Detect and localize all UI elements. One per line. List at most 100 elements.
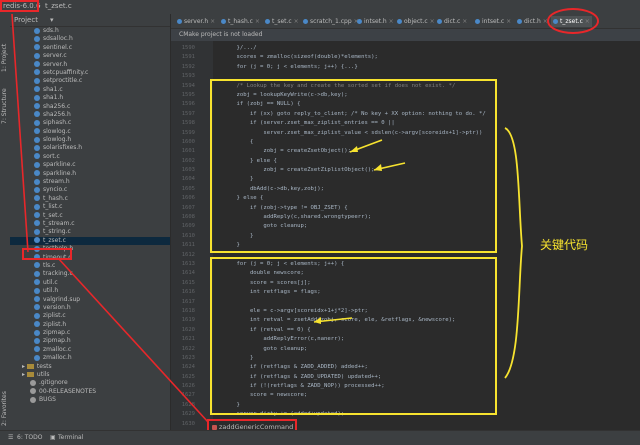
file-item[interactable]: sha1.c bbox=[10, 86, 170, 94]
file-name: sdsalloc.h bbox=[43, 35, 73, 43]
favorites-tool-tab[interactable]: 2: Favorites bbox=[1, 382, 9, 426]
c-file-icon bbox=[34, 77, 40, 84]
file-item[interactable]: valgrind.sup bbox=[10, 296, 170, 304]
file-item[interactable]: sds.h bbox=[10, 27, 170, 35]
c-file-icon bbox=[397, 19, 402, 24]
breadcrumb-file[interactable]: t_zset.c bbox=[45, 2, 72, 10]
folder-item[interactable]: ▸ utils bbox=[10, 371, 170, 379]
terminal-tool-button[interactable]: Terminal bbox=[58, 431, 83, 445]
c-file-icon bbox=[34, 346, 40, 353]
file-item[interactable]: slowlog.h bbox=[10, 136, 170, 144]
text-file-icon bbox=[30, 396, 36, 403]
file-item[interactable]: slowlog.c bbox=[10, 128, 170, 136]
file-item[interactable]: server.h bbox=[10, 61, 170, 69]
editor-tab[interactable]: dict.c × bbox=[435, 16, 469, 27]
file-item[interactable]: sha256.h bbox=[10, 111, 170, 119]
chevron-down-icon[interactable]: ▾ bbox=[50, 14, 54, 26]
file-item[interactable]: sha256.c bbox=[10, 103, 170, 111]
file-item[interactable]: solarisfixes.h bbox=[10, 144, 170, 152]
file-item[interactable]: t_stream.c bbox=[10, 220, 170, 228]
file-name: zmalloc.c bbox=[43, 345, 72, 353]
file-item[interactable]: util.c bbox=[10, 279, 170, 287]
line-number: 1621 bbox=[181, 336, 195, 343]
c-file-icon bbox=[34, 27, 40, 34]
close-icon[interactable]: × bbox=[208, 18, 215, 25]
file-item[interactable]: t_list.c bbox=[10, 203, 170, 211]
close-icon[interactable]: × bbox=[292, 18, 299, 25]
editor-tab[interactable]: intset.h × bbox=[355, 16, 396, 27]
code-line[interactable]: scores = zmalloc(sizeof(double)*elements… bbox=[223, 53, 635, 62]
structure-tool-tab[interactable]: 7: Structure bbox=[1, 80, 9, 124]
file-name: tls.c bbox=[43, 261, 56, 269]
file-item[interactable]: syncio.c bbox=[10, 186, 170, 194]
c-file-icon bbox=[265, 19, 270, 24]
file-item[interactable]: tls.c bbox=[10, 262, 170, 270]
file-item[interactable]: t_string.c bbox=[10, 228, 170, 236]
line-number: 1622 bbox=[181, 345, 195, 352]
line-number: 1609 bbox=[181, 223, 195, 230]
file-item[interactable]: zmalloc.h bbox=[10, 354, 170, 362]
project-tool-tab[interactable]: 1: Project bbox=[1, 28, 9, 72]
c-file-icon bbox=[34, 186, 40, 193]
editor-tab[interactable]: intset.c × bbox=[473, 16, 513, 27]
file-item[interactable]: t_zset.c bbox=[10, 236, 170, 246]
file-item[interactable]: setcpuaffinity.c bbox=[10, 69, 170, 77]
file-item[interactable]: setproctitle.c bbox=[10, 77, 170, 85]
file-name: t_hash.c bbox=[43, 194, 68, 202]
file-item[interactable]: ziplist.c bbox=[10, 312, 170, 320]
folder-name: utils bbox=[36, 371, 50, 379]
close-icon[interactable]: × bbox=[428, 18, 435, 25]
root-file-item[interactable]: BUGS bbox=[10, 396, 170, 404]
line-number: 1602 bbox=[181, 157, 195, 164]
c-file-icon bbox=[34, 35, 40, 42]
close-icon[interactable]: × bbox=[504, 18, 511, 25]
line-number: 1590 bbox=[181, 45, 195, 51]
file-name: BUGS bbox=[39, 396, 56, 404]
file-item[interactable]: sort.c bbox=[10, 153, 170, 161]
file-item[interactable]: siphash.c bbox=[10, 119, 170, 127]
c-file-icon bbox=[34, 262, 40, 269]
root-file-item[interactable]: 00-RELEASENOTES bbox=[10, 388, 170, 396]
file-item[interactable]: tracking.c bbox=[10, 270, 170, 278]
file-item[interactable]: sdsalloc.h bbox=[10, 35, 170, 43]
todo-tool-button[interactable]: 6: TODO bbox=[17, 431, 42, 445]
file-name: slowlog.h bbox=[43, 136, 72, 144]
code-line[interactable]: for (j = 0; j < elements; j++) {...} bbox=[223, 63, 635, 72]
file-item[interactable]: stream.h bbox=[10, 178, 170, 186]
file-item[interactable]: sentinel.c bbox=[10, 44, 170, 52]
editor-tab[interactable]: t_hash.c × bbox=[219, 16, 262, 27]
editor-tab[interactable]: object.c × bbox=[395, 16, 437, 27]
root-file-item[interactable]: .gitignore bbox=[10, 379, 170, 387]
file-item[interactable]: zipmap.c bbox=[10, 329, 170, 337]
file-item[interactable]: ziplist.h bbox=[10, 321, 170, 329]
close-icon[interactable]: × bbox=[253, 18, 260, 25]
editor-tab[interactable]: dict.h × bbox=[515, 16, 550, 27]
folder-name: tests bbox=[36, 362, 52, 370]
file-item[interactable]: t_hash.c bbox=[10, 195, 170, 203]
editor-tab[interactable]: server.h × bbox=[175, 16, 217, 27]
text-file-icon bbox=[30, 379, 36, 386]
close-icon[interactable]: × bbox=[460, 18, 467, 25]
code-line[interactable]: }/.../ bbox=[223, 44, 635, 53]
close-icon[interactable]: × bbox=[387, 18, 394, 25]
c-file-icon bbox=[34, 144, 40, 151]
file-item[interactable]: server.c bbox=[10, 52, 170, 60]
c-file-icon bbox=[34, 203, 40, 210]
line-number: 1596 bbox=[181, 101, 195, 108]
file-item[interactable]: sparkline.h bbox=[10, 170, 170, 178]
text-file-icon bbox=[30, 388, 36, 395]
file-item[interactable]: util.h bbox=[10, 287, 170, 295]
file-item[interactable]: sparkline.c bbox=[10, 161, 170, 169]
file-item[interactable]: zipmap.h bbox=[10, 337, 170, 345]
editor-tab[interactable]: scratch_1.cpp × bbox=[301, 16, 361, 27]
folder-item[interactable]: ▸ tests bbox=[10, 363, 170, 371]
editor-tab[interactable]: t_set.c × bbox=[263, 16, 301, 27]
line-number: 1625 bbox=[181, 373, 195, 380]
file-item[interactable]: zmalloc.c bbox=[10, 346, 170, 354]
file-item[interactable]: sha1.h bbox=[10, 94, 170, 102]
file-item[interactable]: t_set.c bbox=[10, 212, 170, 220]
project-panel-title[interactable]: Project bbox=[14, 16, 38, 24]
line-number: 1597 bbox=[181, 110, 195, 117]
c-file-icon bbox=[221, 19, 226, 24]
file-item[interactable]: version.h bbox=[10, 304, 170, 312]
